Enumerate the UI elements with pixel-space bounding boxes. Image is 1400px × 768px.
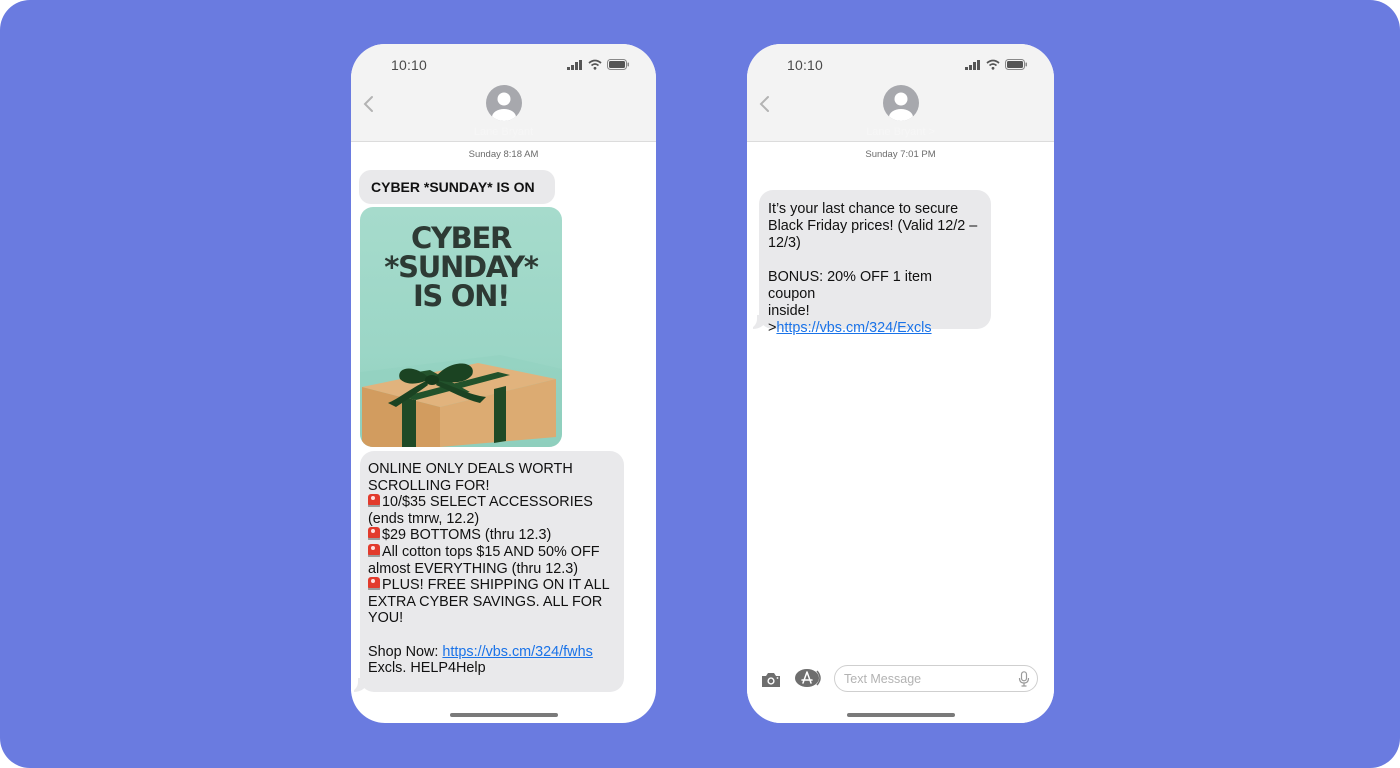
deals-line-item: PLUS! FREE SHIPPING ON IT ALL (368, 577, 616, 594)
message-timestamp: Sunday 7:01 PM (865, 149, 936, 160)
message-bubble-deals: ONLINE ONLY DEALS WORTH SCROLLING FOR! 1… (360, 451, 624, 692)
contact-name[interactable]: Lane Bryant (351, 126, 656, 138)
phone-right: 10:10 Lane Bryant > Sunday 7:01 PM It’s … (747, 44, 1054, 723)
status-time: 10:10 (391, 57, 428, 73)
police-siren-icon (368, 577, 380, 591)
status-time: 10:10 (787, 57, 824, 73)
link-line: >https://vbs.cm/324/Excls (768, 320, 983, 337)
contact-avatar-icon[interactable] (485, 85, 522, 121)
message-timestamp: Sunday 8:18 AM (468, 149, 539, 160)
battery-icon (607, 59, 629, 70)
status-icons (965, 59, 1028, 70)
contact-name[interactable]: Lane Bryant > (747, 126, 1054, 138)
text-message-input[interactable] (834, 665, 1038, 692)
contact-avatar-icon[interactable] (882, 85, 919, 121)
phone-left: 10:10 Lane Bryant Sunday 8:18 AM CYBER *… (351, 44, 656, 723)
message-bubble: It’s your last chance to secure Black Fr… (759, 190, 991, 336)
home-indicator (846, 713, 955, 717)
message-line: inside! (768, 303, 810, 319)
battery-icon (1005, 59, 1027, 70)
deals-line: almost EVERYTHING (thru 12.3) (368, 560, 579, 577)
message-line: 12/3) (768, 235, 801, 251)
message-bubble-title: CYBER *SUNDAY* IS ON (359, 170, 555, 204)
app-store-icon[interactable] (795, 668, 823, 688)
message-image[interactable]: CYBER *SUNDAY* IS ON! (360, 207, 562, 447)
wifi-icon (986, 59, 1000, 70)
message-line: Black Friday prices! (Valid 12/2 – (768, 218, 978, 234)
deals-line: YOU! (368, 610, 404, 627)
deals-line-text: PLUS! FREE SHIPPING ON IT ALL (382, 577, 610, 594)
shop-now-line: Shop Now: https://vbs.cm/324/fwhs (368, 644, 616, 661)
deals-line: (ends tmrw, 12.2) (368, 510, 480, 527)
image-headline: CYBER *SUNDAY* IS ON! (360, 224, 562, 311)
deals-line: EXTRA CYBER SAVINGS. ALL FOR (368, 593, 603, 610)
conversation-header: 10:10 (351, 44, 656, 142)
microphone-icon[interactable] (1018, 671, 1030, 687)
home-indicator (449, 713, 558, 717)
deals-line-text: 10/$35 SELECT ACCESSORIES (382, 494, 593, 511)
deals-line-text: $29 BOTTOMS (thru 12.3) (382, 527, 552, 544)
shop-now-link[interactable]: https://vbs.cm/324/fwhs (442, 644, 592, 660)
deals-line-item: All cotton tops $15 AND 50% OFF (368, 543, 616, 561)
police-siren-icon (368, 494, 380, 508)
shop-now-label: Shop Now: (368, 643, 443, 660)
coupon-link[interactable]: https://vbs.cm/324/Excls (776, 320, 931, 336)
deals-line: SCROLLING FOR! (368, 477, 490, 494)
police-siren-icon (368, 543, 380, 557)
back-chevron-icon[interactable] (362, 94, 376, 114)
image-headline-line: IS ON! (412, 279, 510, 313)
status-icons (567, 59, 630, 70)
message-line: BONUS: 20% OFF 1 item coupon (768, 269, 932, 302)
message-line: It’s your last chance to secure (768, 201, 959, 217)
back-chevron-icon[interactable] (758, 94, 772, 114)
conversation-header: 10:10 (747, 44, 1054, 142)
deals-line: ONLINE ONLY DEALS WORTH (368, 461, 573, 477)
deals-footer: Excls. HELP4Help (368, 660, 486, 677)
signal-icon (965, 59, 980, 70)
camera-icon[interactable] (760, 671, 782, 689)
deals-line-item: 10/$35 SELECT ACCESSORIES (368, 494, 616, 511)
image-headline-line: *SUNDAY* (384, 250, 539, 284)
signal-icon (567, 59, 582, 70)
wifi-icon (588, 59, 602, 70)
image-headline-line: CYBER (410, 221, 512, 255)
gift-box-illustration (360, 355, 562, 447)
police-siren-icon (368, 527, 380, 541)
deals-line-text: All cotton tops $15 AND 50% OFF (382, 543, 600, 560)
promo-background: 10:10 Lane Bryant Sunday 8:18 AM CYBER *… (0, 0, 1400, 768)
deals-line-item: $29 BOTTOMS (thru 12.3) (368, 527, 616, 544)
